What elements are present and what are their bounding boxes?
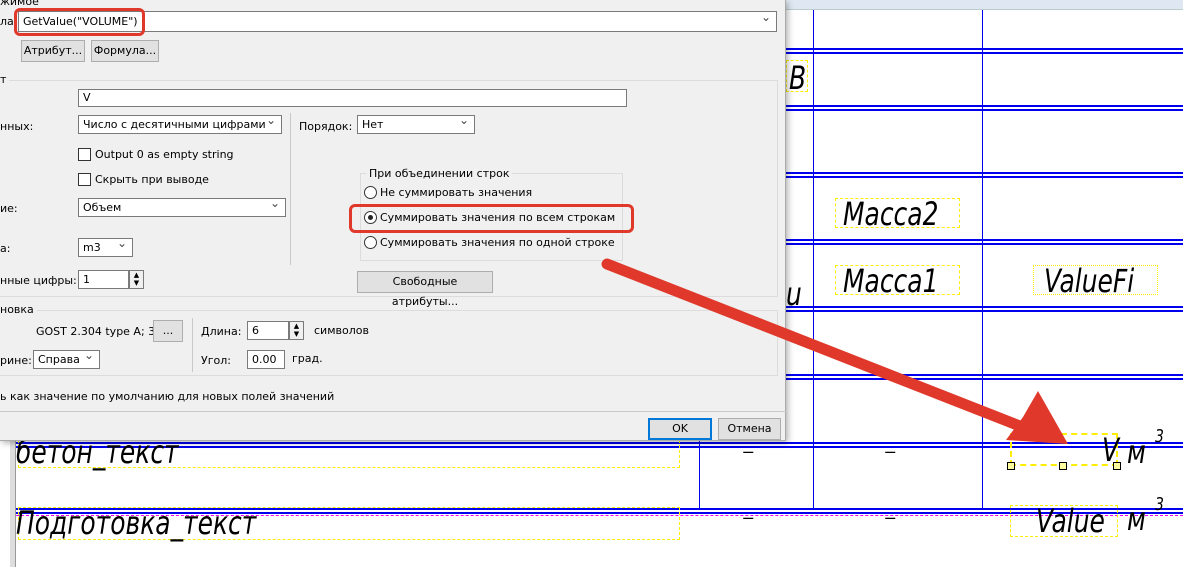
- arrow-head: [1006, 391, 1068, 444]
- arrow-annotation: [601, 258, 1068, 444]
- arrow-shaft: [601, 258, 1036, 436]
